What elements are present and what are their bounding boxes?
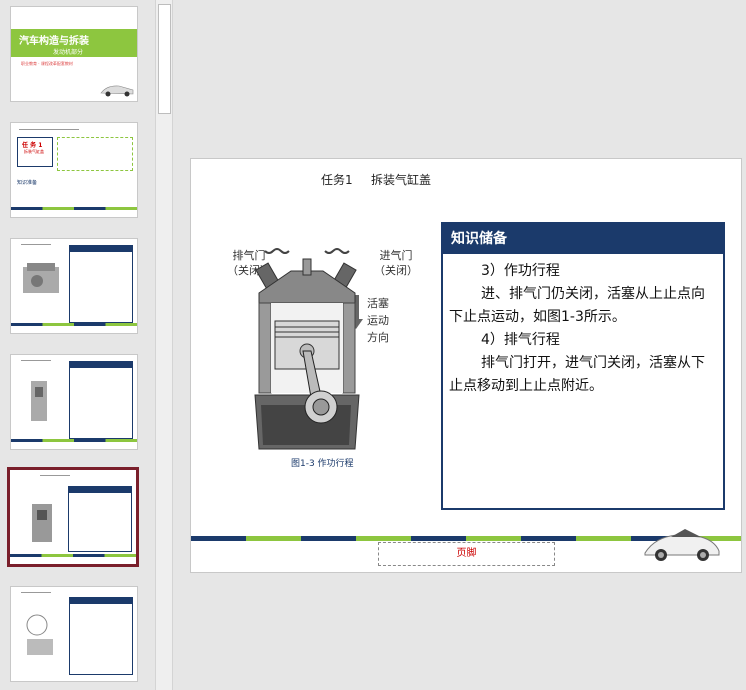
thumb-stripe: [11, 439, 137, 442]
knowledge-heading: 知识储备: [443, 224, 723, 254]
slide-thumbnail-5[interactable]: [7, 467, 139, 567]
thumbnail-scrollbar[interactable]: [155, 0, 173, 690]
thumb-subtitle: 发动机部分: [53, 49, 84, 56]
slide-thumbnail-pane: 汽车构造与拆装 发动机部分 职业教育 · 课程改革配套教材 任 务 1 拆装气缸…: [0, 0, 155, 690]
thumb-box: [69, 245, 133, 323]
thumb-title: 汽车构造与拆装: [19, 36, 89, 47]
thumb-header-line: [21, 592, 51, 593]
slide-thumbnail-3[interactable]: [10, 238, 138, 334]
paragraph-3-body: 进、排气门仍关闭，活塞从上止点向下止点运动，如图1-3所示。: [449, 286, 705, 325]
slide-canvas[interactable]: 任务1 拆装气缸盖 排气门 （关闭） 进气门 （关闭） 活塞 运动 方向 图1-…: [190, 158, 742, 573]
sports-car-icon: [644, 529, 720, 561]
intake-valve-label: 进气门 （关闭）: [374, 249, 418, 277]
task-title: 拆装气缸盖: [371, 173, 432, 187]
slide-thumbnail-1[interactable]: 汽车构造与拆装 发动机部分 职业教育 · 课程改革配套教材: [10, 6, 138, 102]
slide-thumbnail-6[interactable]: [10, 586, 138, 682]
task-badge-number: 1: [38, 142, 43, 149]
thumb-sub: 知识准备: [17, 180, 38, 186]
paragraph-4-title: 4）排气行程: [481, 332, 560, 348]
engine-diagram-icon: [32, 504, 52, 542]
thumb-note: 职业教育 · 课程改革配套教材: [21, 61, 73, 66]
engine-parts-icon: [26, 614, 53, 655]
thumb-header-line: [21, 244, 51, 245]
thumb-box: [68, 486, 132, 552]
slide-thumbnail-2[interactable]: 任 务 1 拆装气缸盖 知识准备: [10, 122, 138, 218]
task-number: 任务1: [321, 173, 353, 187]
knowledge-body: 3）作功行程 进、排气门仍关闭，活塞从上止点向下止点运动，如图1-3所示。 4）…: [443, 254, 723, 398]
thumb-header-line: [19, 129, 79, 130]
thumb-stripe: [11, 323, 137, 326]
thumb-text-block: [57, 137, 133, 171]
engine-icon: [23, 263, 59, 293]
footer-placeholder[interactable]: 页脚: [378, 542, 555, 566]
thumb-stripe: [10, 554, 136, 557]
engine-diagram-icon: [31, 381, 47, 421]
paragraph-4-body: 排气门打开，进气门关闭，活塞从下止点移动到上止点附近。: [449, 355, 705, 394]
task-badge-label: 任 务: [22, 142, 37, 149]
slide-thumbnail-4[interactable]: [10, 354, 138, 450]
thumb-header-line: [40, 475, 70, 476]
thumb-box: [69, 361, 133, 439]
thumb-stripe: [11, 207, 137, 210]
task-badge-caption: 拆装气缸盖: [24, 149, 44, 154]
knowledge-box[interactable]: 知识储备 3）作功行程 进、排气门仍关闭，活塞从上止点向下止点运动，如图1-3所…: [441, 222, 725, 510]
thumb-header-line: [21, 360, 51, 361]
car-icon: [100, 85, 134, 97]
task-badge: 任 务 1 拆装气缸盖: [17, 137, 53, 167]
figure-caption: 图1-3 作功行程: [291, 459, 354, 469]
scrollbar-thumb[interactable]: [158, 4, 171, 114]
thumb-box: [69, 597, 133, 675]
engine-cylinder-diagram: [254, 248, 360, 450]
paragraph-3-title: 3）作功行程: [481, 263, 560, 279]
piston-direction-label: 活塞 运动 方向: [367, 297, 389, 344]
